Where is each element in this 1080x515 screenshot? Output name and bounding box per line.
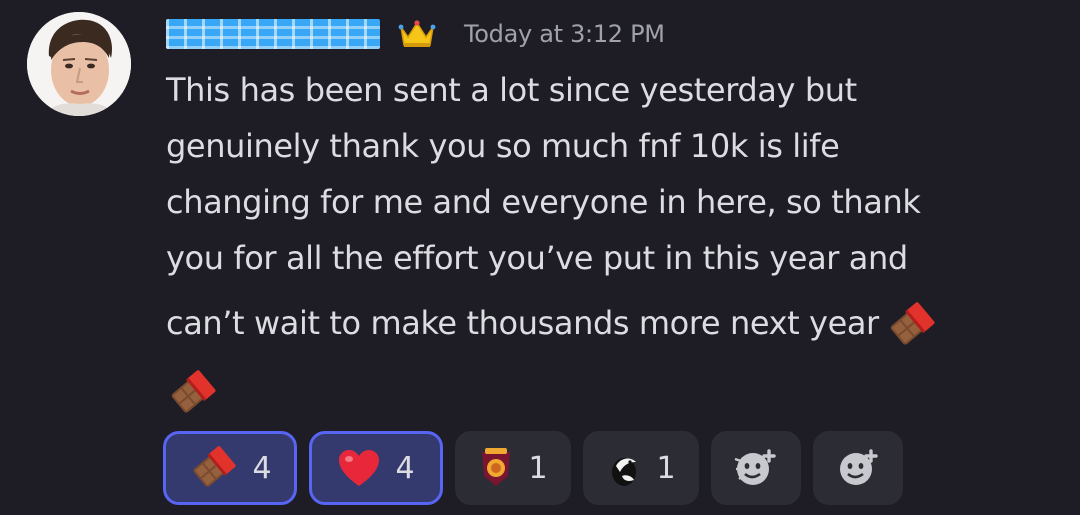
add-super-reaction-icon [734, 449, 776, 485]
reaction-count: 4 [252, 450, 272, 486]
message-line: genuinely thank you so much fnf 10k is l… [166, 127, 840, 165]
message-line-last: can’t wait to make thousands more next y… [166, 286, 1046, 360]
avatar[interactable] [27, 12, 131, 116]
heart-icon [339, 450, 380, 486]
reaction-magpie-logo[interactable]: 1 [583, 431, 699, 505]
crown-icon [398, 17, 436, 51]
add-reaction-button[interactable] [813, 431, 903, 505]
username-obscured[interactable] [166, 19, 380, 49]
timestamp: Today at 3:12 PM [464, 20, 665, 48]
message-line: you for all the effort you’ve put in thi… [166, 239, 908, 277]
chocolate-bar-icon [193, 446, 237, 487]
reaction-red-heart[interactable]: 4 [309, 431, 443, 505]
lions-logo-icon [482, 448, 511, 486]
add-reaction-icon [840, 449, 878, 485]
reaction-bar: 4 4 1 1 [163, 431, 903, 505]
message-content: This has been sent a lot since yesterday… [166, 62, 1046, 422]
reaction-count: 1 [656, 450, 676, 486]
reaction-count: 1 [528, 450, 548, 486]
message-line: This has been sent a lot since yesterday… [166, 71, 857, 109]
add-super-reaction-button[interactable] [711, 431, 801, 505]
reaction-lions-logo[interactable]: 1 [455, 431, 571, 505]
message-header: Today at 3:12 PM [166, 14, 665, 54]
chocolate-bar-icon [885, 299, 937, 351]
message-line-emoji [166, 360, 1046, 422]
reaction-count: 4 [395, 450, 415, 486]
magpie-logo-icon [612, 458, 637, 486]
chocolate-bar-icon [166, 367, 218, 419]
message-line-text: can’t wait to make thousands more next y… [166, 304, 879, 342]
message-line: changing for me and everyone in here, so… [166, 183, 921, 221]
chat-message: Today at 3:12 PM This has been sent a lo… [0, 0, 1080, 515]
reaction-chocolate-bar[interactable]: 4 [163, 431, 297, 505]
